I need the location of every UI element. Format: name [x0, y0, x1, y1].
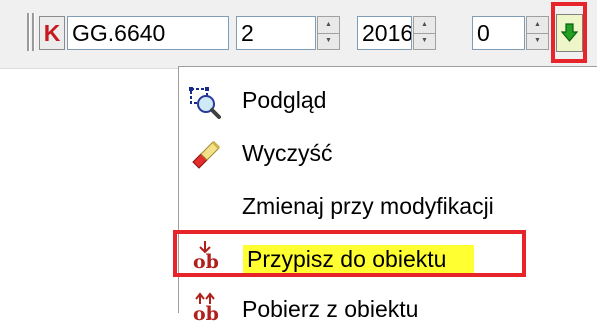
menu-item-assign-to-object[interactable]: ob Przypisz do obiektu [179, 233, 597, 283]
get-from-object-icon: ob [189, 292, 221, 324]
menu-item-label: Podgląd [242, 87, 327, 113]
number-field[interactable]: 2 [236, 16, 316, 50]
menu-item-clear[interactable]: Wyczyść [179, 130, 597, 180]
green-down-arrow-icon [561, 23, 578, 42]
year-spinner[interactable]: ▲ ▼ [413, 16, 436, 50]
code-field[interactable]: GG.6640 [67, 16, 229, 50]
menu-item-label: Zmienaj przy modyfikacji [242, 193, 494, 219]
dropdown-menu: Podgląd Wyczyść Zmienaj przy modyfikacji… [178, 66, 597, 324]
value-spinner[interactable]: ▲ ▼ [526, 16, 549, 50]
menu-item-change-on-modify[interactable]: Zmienaj przy modyfikacji [179, 183, 597, 233]
menu-item-get-from-object[interactable]: ob Pobierz z obiektu [179, 286, 597, 336]
number-spinner[interactable]: ▲ ▼ [317, 16, 340, 50]
menu-item-preview[interactable]: Podgląd [179, 77, 597, 127]
spin-up-icon[interactable]: ▲ [318, 17, 339, 34]
k-button[interactable]: K [39, 16, 65, 50]
toolbar-grip[interactable] [32, 13, 35, 51]
assign-to-object-icon: ob [189, 241, 221, 273]
toolbar: K GG.6640 2 ▲ ▼ 2016 ▲ ▼ 0 ▲ ▼ [0, 0, 597, 69]
spin-up-icon[interactable]: ▲ [414, 17, 435, 34]
menu-item-label: Pobierz z obiektu [242, 296, 419, 322]
value-field[interactable]: 0 [472, 16, 525, 50]
menu-item-label: Przypisz do obiektu [243, 245, 475, 273]
preview-magnifier-icon [189, 87, 221, 119]
year-field[interactable]: 2016 [357, 16, 412, 50]
spin-down-icon[interactable]: ▼ [414, 33, 435, 49]
dropdown-arrow-button[interactable] [556, 14, 583, 52]
eraser-icon [192, 140, 221, 169]
toolbar-grip[interactable] [27, 13, 30, 51]
menu-item-label: Wyczyść [242, 140, 333, 166]
spin-up-icon[interactable]: ▲ [527, 17, 548, 34]
spin-down-icon[interactable]: ▼ [527, 33, 548, 49]
spin-down-icon[interactable]: ▼ [318, 33, 339, 49]
